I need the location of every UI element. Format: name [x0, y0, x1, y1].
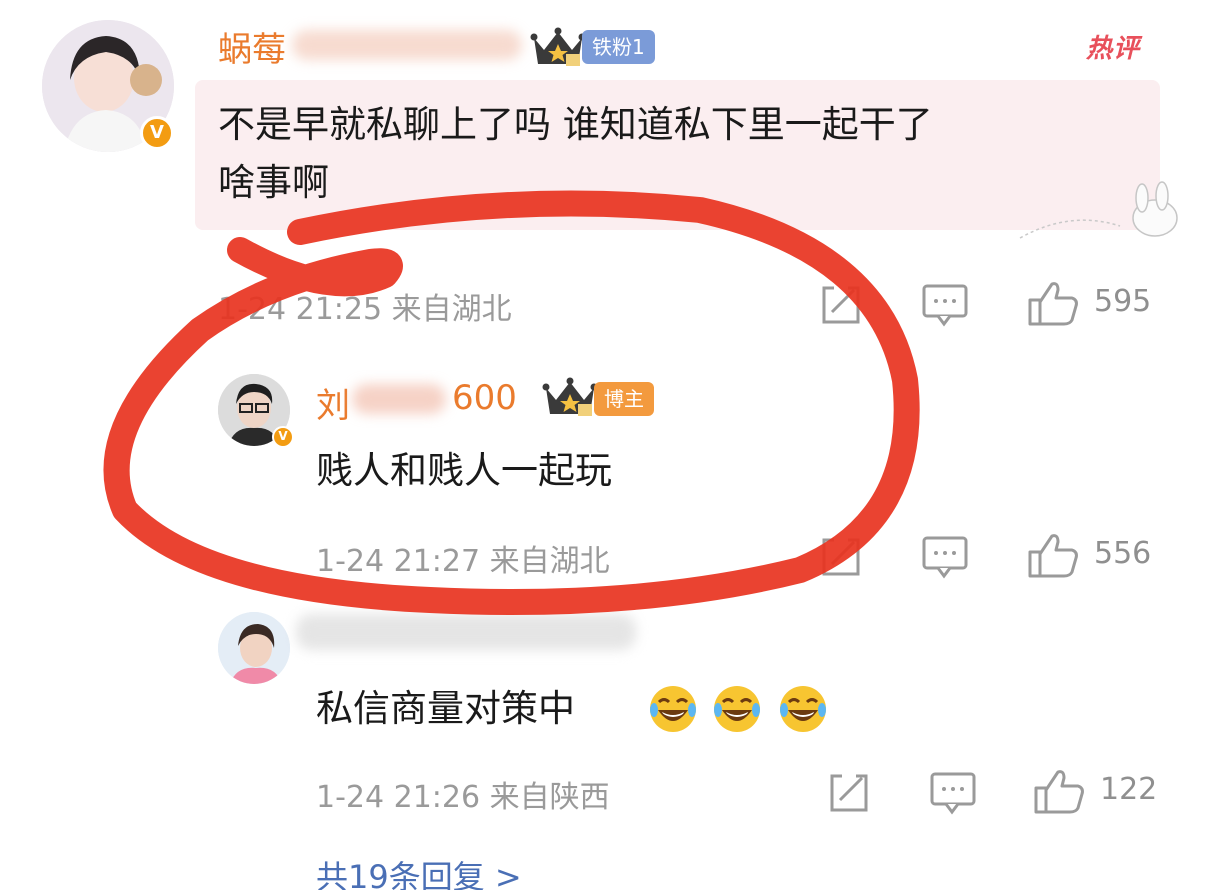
share-icon[interactable] [818, 534, 864, 580]
comment-meta: 1-24 21:27 来自湖北 [316, 544, 610, 579]
comment-meta: 1-24 21:25 来自湖北 [218, 292, 512, 327]
host-badge: 博主 [594, 382, 654, 416]
laughing-emoji-icon [650, 686, 696, 732]
username[interactable]: 刘 [316, 378, 350, 427]
verified-icon: V [272, 426, 294, 448]
bunny-sticker-icon [1019, 181, 1178, 239]
verified-icon: V [140, 116, 174, 150]
hot-comment-label: 热评 [1086, 34, 1141, 64]
fan-badge: 铁粉1 [582, 30, 655, 64]
avatar[interactable] [218, 612, 290, 684]
crown-icon [530, 27, 586, 66]
avatar-image [218, 612, 290, 684]
comment-icon[interactable] [920, 534, 970, 580]
laughing-emoji-icon [780, 686, 826, 732]
like-count: 595 [1094, 284, 1152, 319]
more-replies-link[interactable]: 共19条回复 > [316, 852, 522, 890]
like-icon[interactable] [1026, 278, 1080, 328]
comment-text: 不是早就私聊上了吗 谁知道私下里一起干了 [218, 103, 933, 146]
comment-icon[interactable] [920, 282, 970, 328]
comment-icon[interactable] [928, 770, 978, 816]
username-suffix[interactable]: 600 [452, 378, 517, 418]
username-blur [352, 384, 446, 414]
username[interactable]: 蜗莓 [218, 22, 286, 71]
like-count: 122 [1100, 772, 1158, 807]
comment-text: 贱人和贱人一起玩 [316, 449, 612, 492]
like-icon[interactable] [1032, 766, 1086, 816]
like-icon[interactable] [1026, 530, 1080, 580]
share-icon[interactable] [818, 282, 864, 328]
username-blur [292, 30, 522, 60]
comment-text: 啥事啊 [218, 161, 329, 204]
comment-meta: 1-24 21:26 来自陕西 [316, 780, 610, 815]
like-count: 556 [1094, 536, 1152, 571]
share-icon[interactable] [826, 770, 872, 816]
laughing-emoji-icon [714, 686, 760, 732]
comment-text: 私信商量对策中 [316, 687, 575, 730]
crown-icon [542, 377, 598, 416]
username-blur [296, 614, 636, 650]
